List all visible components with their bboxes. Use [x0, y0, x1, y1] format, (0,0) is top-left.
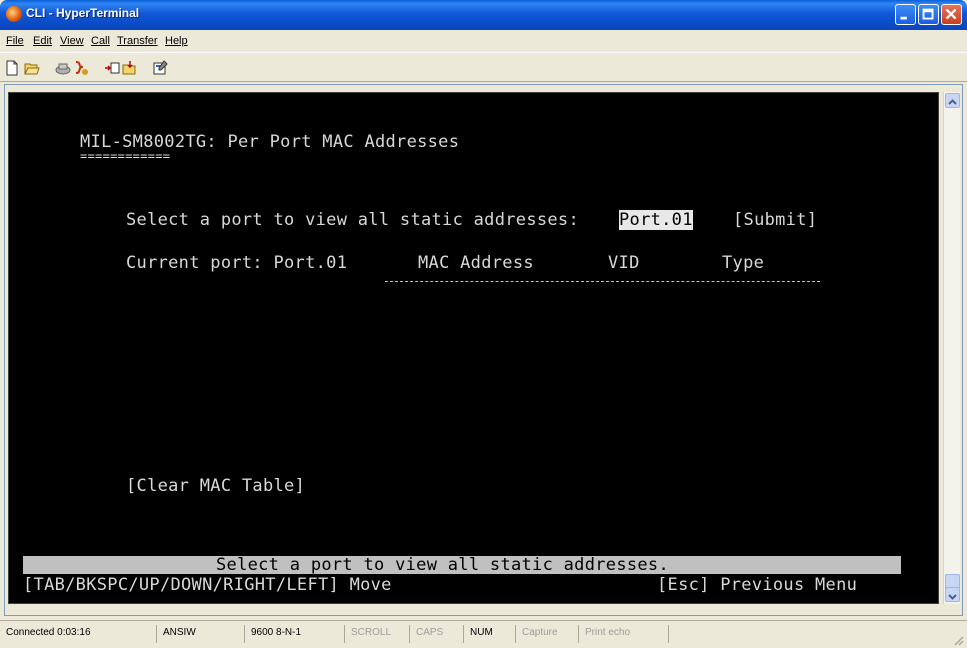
toolbar: [0, 52, 967, 82]
send-icon[interactable]: [104, 60, 120, 76]
maximize-button[interactable]: [918, 4, 939, 25]
header-underline: ============: [80, 149, 171, 163]
maximize-icon: [922, 8, 934, 20]
menu-help[interactable]: Help: [165, 35, 188, 47]
status-num: NUM: [464, 625, 516, 643]
close-button[interactable]: [941, 4, 962, 25]
scroll-down-button[interactable]: [945, 587, 960, 602]
column-type: Type: [722, 253, 765, 273]
title-bar[interactable]: CLI - HyperTerminal: [0, 0, 967, 30]
resize-grip-icon[interactable]: [952, 634, 964, 646]
status-settings: 9600 8-N-1: [245, 625, 345, 643]
submit-button[interactable]: [Submit]: [733, 210, 817, 230]
properties-icon[interactable]: [152, 60, 168, 76]
column-vid: VID: [608, 253, 640, 273]
window-title: CLI - HyperTerminal: [26, 6, 140, 20]
dial-icon[interactable]: [73, 60, 89, 76]
menu-transfer[interactable]: Transfer: [117, 35, 158, 47]
menu-view[interactable]: View: [60, 35, 84, 47]
chevron-down-icon: [948, 594, 957, 600]
nav-help: [TAB/BKSPC/UP/DOWN/RIGHT/LEFT] Move: [23, 575, 392, 595]
minimize-icon: [900, 16, 907, 20]
current-port-label: Current port: Port.01: [126, 253, 348, 273]
open-icon[interactable]: [24, 60, 40, 76]
receive-icon[interactable]: [122, 60, 138, 76]
column-mac-address: MAC Address: [418, 253, 534, 273]
status-scroll: SCROLL: [345, 625, 410, 643]
port-selector[interactable]: Port.01: [619, 210, 693, 230]
scroll-up-button[interactable]: [945, 93, 960, 108]
menu-file[interactable]: File: [6, 35, 24, 47]
status-connected: Connected 0:03:16: [0, 625, 157, 643]
menu-edit[interactable]: Edit: [33, 35, 52, 47]
chevron-up-icon: [948, 99, 957, 105]
terminal-screen[interactable]: [8, 92, 939, 604]
new-icon[interactable]: [4, 60, 20, 76]
status-emulation: ANSIW: [157, 625, 245, 643]
status-caps: CAPS: [410, 625, 464, 643]
vertical-scrollbar[interactable]: [943, 92, 960, 604]
help-line: Select a port to view all static address…: [216, 555, 669, 575]
disconnect-icon[interactable]: [55, 60, 71, 76]
status-bar: Connected 0:03:16 ANSIW 9600 8-N-1 SCROL…: [0, 620, 967, 648]
hyperterminal-icon: [6, 6, 22, 22]
esc-help: [Esc] Previous Menu: [657, 575, 858, 595]
status-print-echo: Print echo: [579, 625, 669, 643]
close-icon: [945, 8, 957, 20]
select-port-prompt: Select a port to view all static address…: [126, 210, 579, 230]
table-separator: [385, 281, 820, 282]
clear-mac-table-button[interactable]: [Clear MAC Table]: [126, 476, 305, 496]
minimize-button[interactable]: [895, 4, 916, 25]
menu-bar: File Edit View Call Transfer Help: [0, 30, 967, 52]
status-capture: Capture: [516, 625, 579, 643]
menu-call[interactable]: Call: [91, 35, 110, 47]
